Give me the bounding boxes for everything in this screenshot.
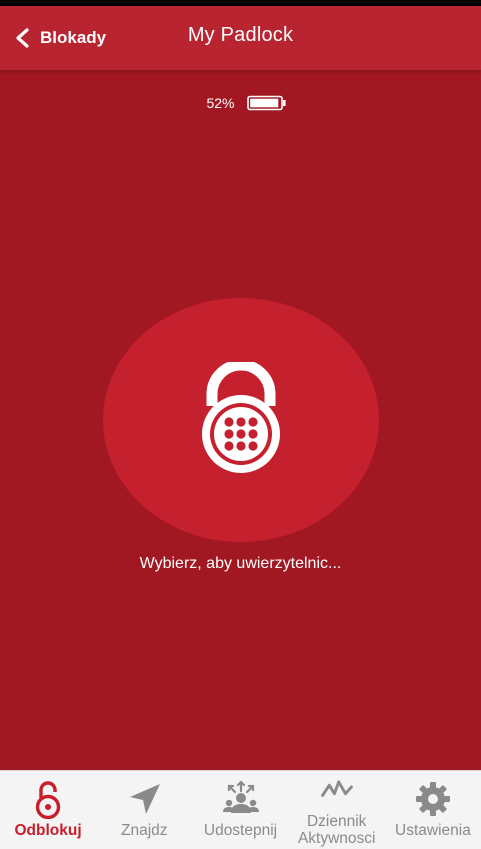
tab-share-label: Udostepnij — [203, 822, 278, 839]
tab-unlock-label: Odblokuj — [14, 822, 82, 839]
authenticate-prompt: Wybierz, aby uwierzytelnic... — [139, 555, 342, 572]
share-people-icon — [222, 780, 259, 813]
app-screen: Blokady My Padlock 52% Wybierz, aby uwie… — [0, 0, 481, 849]
gear-icon — [415, 782, 450, 816]
navigation-arrow-icon — [130, 784, 161, 814]
bottom-tab-bar: Odblokuj Znajdz Udostepnij Dziennik Akty… — [0, 770, 481, 849]
battery-status: 52% — [0, 95, 481, 111]
padlock-keypad-icon — [202, 362, 280, 473]
tab-activity-log-label-line2: Aktywnosci — [297, 830, 376, 847]
tab-settings[interactable]: Ustawienia — [385, 771, 481, 849]
tab-activity-log[interactable]: Dziennik Aktywnosci — [289, 771, 385, 849]
tab-find-label: Znajdz — [121, 822, 168, 839]
top-bar: Blokady My Padlock — [0, 6, 481, 70]
tab-find[interactable]: Znajdz — [96, 771, 192, 849]
battery-percent: 52% — [206, 95, 235, 111]
tab-unlock[interactable]: Odblokuj — [0, 771, 96, 849]
tab-activity-log-label-line1: Dziennik — [306, 813, 367, 830]
unlock-button[interactable] — [103, 298, 379, 542]
activity-graph-icon — [320, 780, 353, 797]
unlocked-padlock-icon — [35, 781, 61, 819]
tab-settings-label: Ustawienia — [395, 822, 471, 839]
page-title: My Padlock — [187, 24, 294, 46]
tab-activity-log-label: Dziennik Aktywnosci — [298, 813, 376, 847]
battery-icon — [246, 95, 286, 111]
tab-share[interactable]: Udostepnij — [192, 771, 288, 849]
